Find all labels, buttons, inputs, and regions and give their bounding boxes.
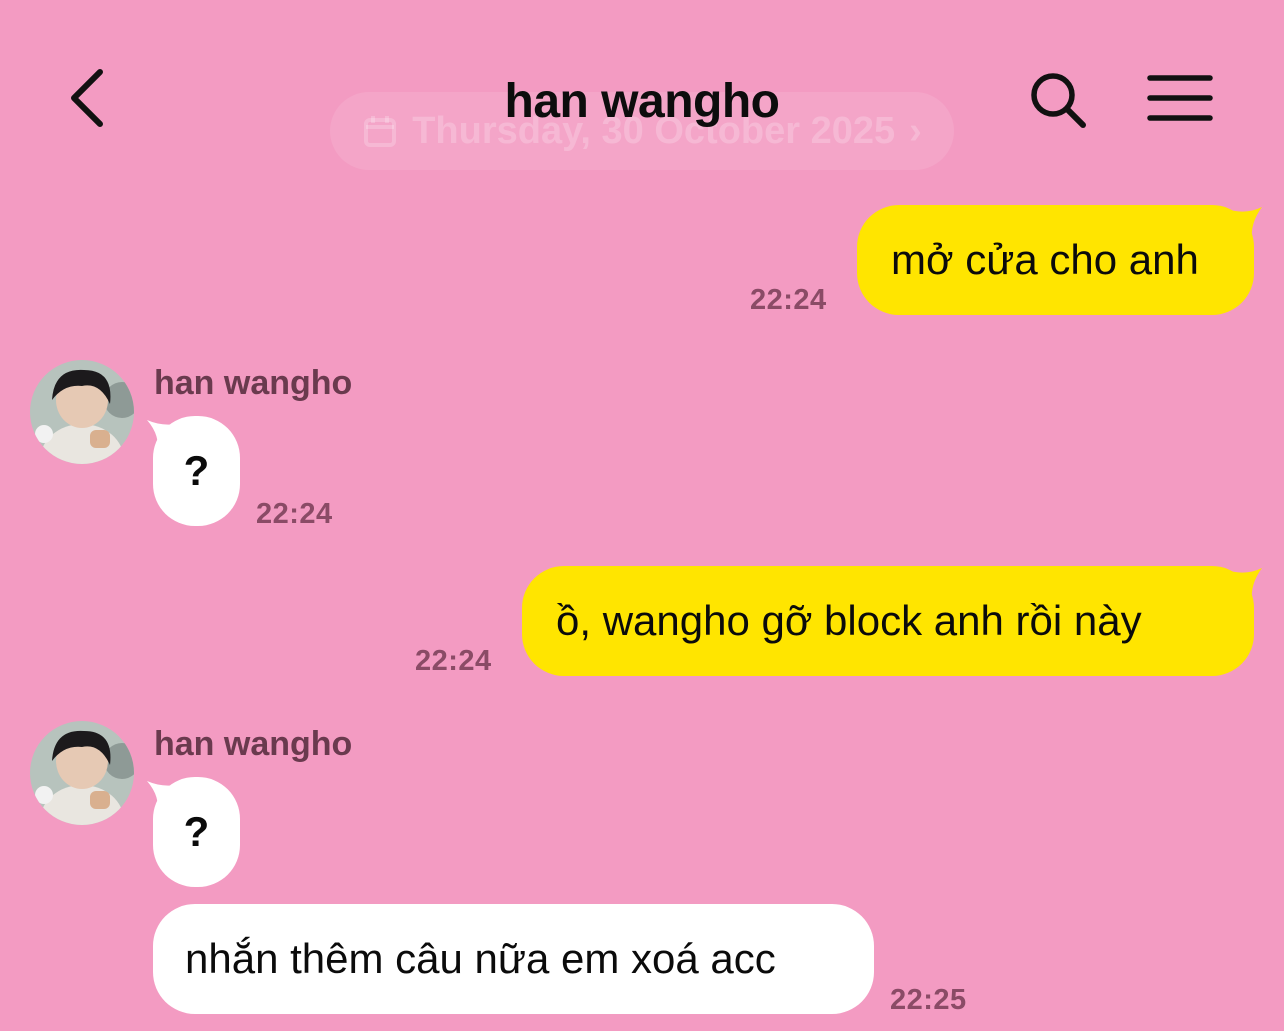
sender-name: han wangho xyxy=(154,725,353,763)
hamburger-menu-icon xyxy=(1147,75,1213,121)
incoming-message-bubble[interactable]: nhắn thêm câu nữa em xoá acc xyxy=(153,904,874,1014)
message-time: 22:24 xyxy=(750,284,827,316)
incoming-message-bubble[interactable]: ? xyxy=(153,416,240,526)
sender-name: han wangho xyxy=(154,364,353,402)
chat-title: han wangho xyxy=(504,75,780,128)
search-button[interactable] xyxy=(1026,68,1090,132)
message-time: 22:25 xyxy=(890,984,967,1016)
incoming-message-bubble[interactable]: ? xyxy=(153,777,240,887)
outgoing-message-bubble[interactable]: ồ, wangho gỡ block anh rồi này xyxy=(522,566,1254,676)
profile-photo-image xyxy=(30,721,134,825)
search-icon xyxy=(1031,73,1086,128)
message-time: 22:24 xyxy=(256,498,333,530)
message-time: 22:24 xyxy=(415,645,492,677)
outgoing-message-bubble[interactable]: mở cửa cho anh xyxy=(857,205,1254,315)
menu-button[interactable] xyxy=(1144,70,1216,126)
avatar[interactable] xyxy=(30,721,134,825)
profile-photo-image xyxy=(30,360,134,464)
avatar[interactable] xyxy=(30,360,134,464)
